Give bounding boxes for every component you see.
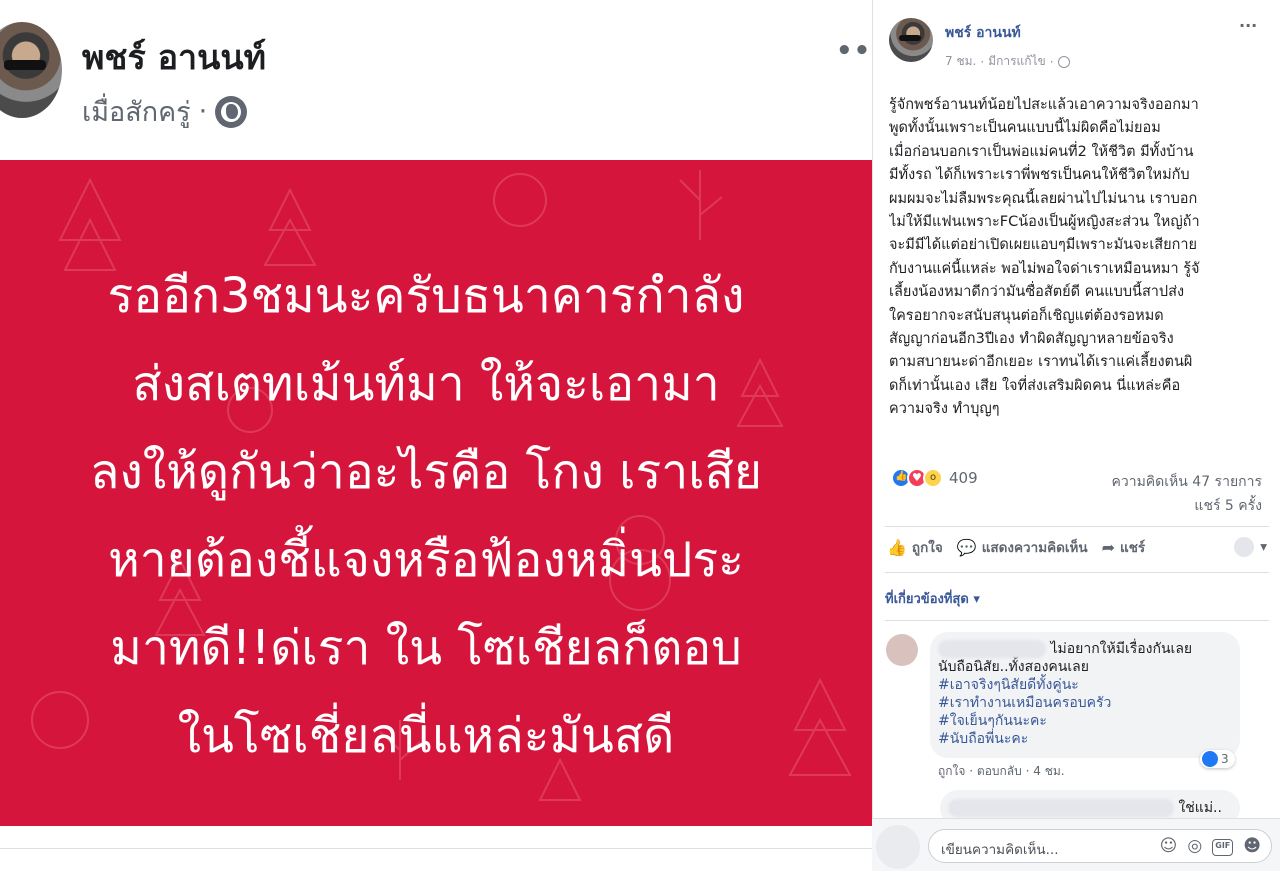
profile-dot-icon: [1234, 537, 1255, 557]
caption-line: รู้จักพชร์อานนท์น้อยไปสะแล้วเอาความจริงอ…: [889, 97, 1199, 113]
comment-meta: ถูกใจ · ตอบกลับ · 4 ชม.: [938, 762, 1065, 781]
comment-like-link[interactable]: ถูกใจ: [938, 764, 965, 778]
share-icon: ➦: [1101, 537, 1116, 557]
share-label: แชร์: [1120, 540, 1146, 556]
author-avatar-small[interactable]: [889, 18, 933, 62]
commenter-name-redacted[interactable]: [948, 799, 1174, 817]
reaction-count: 409: [949, 469, 978, 487]
caption-line: จะมีมีได้แต่อย่าเปิดเผยแอบๆมีเพราะมันจะเ…: [889, 237, 1198, 254]
sticker-icon[interactable]: ☻: [1243, 836, 1261, 856]
action-bar: 👍 ถูกใจ 💬 แสดงความคิดเห็น ➦ แชร์ ▾: [887, 536, 1267, 558]
divider: [885, 526, 1269, 527]
like-button[interactable]: 👍 ถูกใจ: [887, 536, 943, 558]
meta-separator: ·: [1025, 764, 1030, 778]
audience-selector[interactable]: ▾: [1234, 537, 1267, 557]
comment-sort-dropdown[interactable]: ที่เกี่ยวข้องที่สุด ▾: [885, 588, 980, 609]
commenter-name-redacted[interactable]: [938, 640, 1046, 658]
divider: [885, 620, 1269, 621]
caption-line: ผมผมจะไม่ลืมพระคุณนี้เลยผ่านไปไม่นาน เรา…: [889, 190, 1198, 207]
comments-count[interactable]: ความคิดเห็น 47 รายการ: [1111, 470, 1262, 494]
meta-separator: ·: [198, 96, 208, 127]
comment-likes: 3: [1221, 752, 1229, 766]
wow-reaction-icon: [923, 468, 943, 488]
author-avatar[interactable]: [0, 22, 62, 118]
caption-line: ดก็เท่านั้นเอง เสีย ใจที่ส่งเสริมผิดคน น…: [889, 377, 1181, 394]
post-panel: พชร์ อานนท์ เมื่อสักครู่ · ••• รออีก3ชมน…: [0, 0, 888, 871]
caption-line: เมื่อก่อนบอกเราเป็นพ่อแม่คนที่2 ให้ชีวิต…: [889, 143, 1194, 160]
comment-line: นับถือนิสัย..ทั้งสองคนเลย: [938, 659, 1089, 675]
caption-line: ใครอยากจะสนับสนุนต่อก็เชิญแต่ต้องรอหมด: [889, 307, 1164, 324]
image-line: ในโซเชี่ยลนี่แหล่ะมันสดี: [177, 708, 675, 764]
globe-icon: [1057, 55, 1070, 68]
caption-line: เลี้ยงน้องหมาดีกว่ามันซื่อสัตย์ดี คนแบบน…: [889, 284, 1185, 301]
more-options-icon[interactable]: ···: [1239, 16, 1257, 35]
image-line: ลงให้ดูกันว่าอะไรคือ โกง เราเสีย: [89, 444, 763, 500]
post-meta: เมื่อสักครู่ ·: [82, 90, 248, 133]
author-name-small[interactable]: พชร์ อานนท์: [945, 22, 1021, 44]
comment-line: ใช่แม่..: [1178, 800, 1222, 816]
image-line: มาทดี!!ด่เรา ใน โซเชียลก็ตอบ: [110, 620, 742, 676]
hashtag-link[interactable]: #ใจเย็นๆกันนะคะ: [938, 712, 1234, 730]
caption-line: ไม่ให้มีแฟนเพราะFCน้องเป็นผู้หญิงสะส่วน …: [889, 214, 1200, 231]
like-label: ถูกใจ: [911, 540, 943, 556]
current-user-avatar: [876, 825, 920, 869]
commenter-avatar[interactable]: [886, 634, 918, 666]
comment-input[interactable]: เขียนความคิดเห็น... ☺ ◎ GIF ☻: [928, 829, 1272, 863]
comment-label: แสดงความคิดเห็น: [981, 540, 1088, 556]
comment-composer: เขียนความคิดเห็น... ☺ ◎ GIF ☻: [872, 818, 1280, 871]
comment-placeholder: เขียนความคิดเห็น...: [941, 842, 1059, 858]
caption-line: ความจริง ทำบุญๆ: [889, 401, 1000, 418]
caption-line: ตามสบายนะด่าอีกเยอะ เราทนได้เราแค่เลี้ยง…: [889, 354, 1193, 371]
image-line: ส่งสเตทเม้นท์มา ให้จะเอามา: [132, 356, 720, 412]
camera-icon[interactable]: ◎: [1187, 836, 1202, 856]
composer-icons: ☺ ◎ GIF ☻: [1160, 836, 1261, 856]
globe-icon: [215, 95, 248, 128]
comment-line: ไม่อยากให้มีเรื่องกันเลย: [1050, 641, 1193, 657]
hashtag-link[interactable]: #เอาจริงๆนิสัยดีทั้งคู่นะ: [938, 676, 1234, 694]
edited-label[interactable]: มีการแก้ไข: [988, 52, 1046, 71]
author-name[interactable]: พชร์ อานนท์: [82, 30, 266, 84]
meta-separator: ·: [980, 54, 985, 69]
post-image-text: รออีก3ชมนะครับธนาคารกำลัง ส่งสเตทเม้นท์ม…: [0, 252, 852, 780]
comment-like-count[interactable]: 3: [1200, 750, 1235, 768]
comment-reply-link[interactable]: ตอบกลับ: [977, 764, 1022, 778]
comment-bubble: ไม่อยากให้มีเรื่องกันเลย นับถือนิสัย..ทั…: [930, 632, 1240, 758]
hashtag-link[interactable]: #เราทำงานเหมือนครอบครัว: [938, 694, 1234, 712]
image-line: รออีก3ชมนะครับธนาคารกำลัง: [107, 268, 745, 324]
post-time[interactable]: เมื่อสักครู่: [82, 90, 191, 133]
divider: [885, 572, 1269, 573]
engagement-counts: ความคิดเห็น 47 รายการ แชร์ 5 ครั้ง: [1111, 470, 1262, 518]
thumbs-up-icon: [1202, 751, 1218, 767]
comment-time[interactable]: 4 ชม.: [1033, 764, 1064, 778]
caption-line: มีทั้งรถ ได้ก็เพราะเราพี่พชรเป็นคนให้ชีว…: [889, 167, 1190, 184]
post-meta-small: 7 ชม. · มีการแก้ไข ·: [945, 52, 1070, 71]
shares-count[interactable]: แชร์ 5 ครั้ง: [1111, 494, 1262, 518]
comment-button[interactable]: 💬 แสดงความคิดเห็น: [957, 536, 1088, 558]
emoji-icon[interactable]: ☺: [1160, 836, 1178, 856]
caption-line: สัญญาก่อนอีก3ปีเอง ทำผิดสัญญาหลายข้อจริง: [889, 331, 1174, 348]
post-image[interactable]: รออีก3ชมนะครับธนาคารกำลัง ส่งสเตทเม้นท์ม…: [0, 160, 872, 826]
post-caption: รู้จักพชร์อานนท์น้อยไปสะแล้วเอาความจริงอ…: [889, 94, 1269, 422]
gif-icon[interactable]: GIF: [1212, 839, 1234, 856]
meta-separator: ·: [969, 764, 974, 778]
comment-icon: 💬: [956, 537, 977, 557]
post-time-small[interactable]: 7 ชม.: [945, 52, 976, 71]
hashtag-link[interactable]: #นับถือพี่นะคะ: [938, 730, 1234, 748]
image-line: หายต้องชี้แจงหรือฟ้องหมิ่นประ: [108, 532, 744, 588]
share-button[interactable]: ➦ แชร์: [1102, 536, 1146, 558]
thumbs-up-icon: 👍: [887, 537, 907, 557]
meta-separator: ·: [1049, 54, 1054, 69]
reactions-summary[interactable]: 409: [891, 468, 978, 488]
caption-line: กับงานแค่นี้แหล่ะ พอไม่พอใจด่าเราเหมือนห…: [889, 260, 1200, 277]
divider: [0, 848, 872, 849]
chevron-down-icon: ▾: [1260, 539, 1267, 555]
caption-line: พูดทั้งนั้นเพราะเป็นคนแบบนี้ไม่ผิดคือไม่…: [889, 120, 1161, 137]
